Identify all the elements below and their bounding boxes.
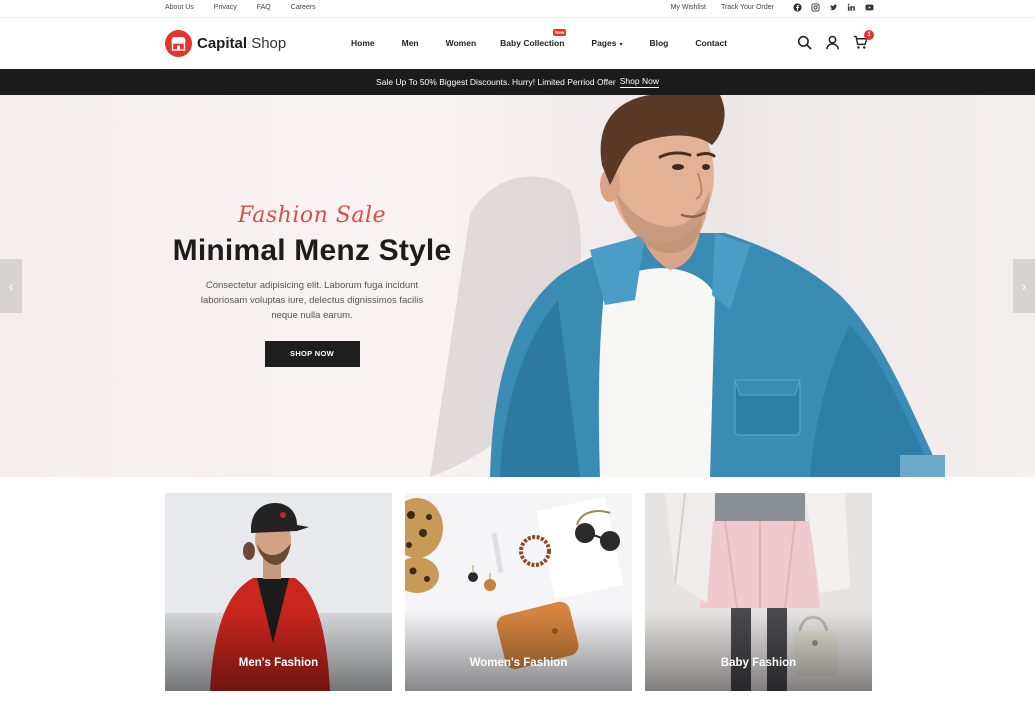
slider-prev-button[interactable]: ‹ [0,259,22,313]
card-overlay [165,611,392,691]
new-badge: New [553,29,567,36]
main-header: Capital Shop Home Men Women Baby Collect… [0,18,1035,69]
cart-icon[interactable]: 1 [853,30,874,50]
logo-light: Shop [251,35,287,52]
wishlist-link[interactable]: My Wishlist [671,4,706,11]
site-logo[interactable]: Capital Shop [165,30,286,57]
card-overlay [405,611,632,691]
search-icon[interactable] [797,35,812,50]
card-overlay [645,611,872,691]
chevron-left-icon: ‹ [8,278,14,294]
about-us-link[interactable]: About Us [165,4,194,11]
category-label: Women's Fashion [469,657,568,669]
category-cards: Men's Fashion Women's Fashion Baby Fashi… [165,493,872,691]
top-utility-bar: About Us Privacy FAQ Careers My Wishlist… [0,0,1035,18]
cart-count-badge: 1 [864,30,874,40]
topbar-right: My Wishlist Track Your Order [671,3,874,12]
category-label: Baby Fashion [720,657,797,669]
nav-men[interactable]: Men [402,38,419,48]
main-nav: Home Men Women Baby Collection New Pages… [351,29,754,48]
category-card-mens-fashion[interactable]: Men's Fashion [165,493,392,691]
promo-text: Sale Up To 50% Biggest Discounts. Hurry!… [376,77,616,87]
twitter-icon[interactable] [829,3,838,12]
promo-bar: Sale Up To 50% Biggest Discounts. Hurry!… [0,69,1035,95]
nav-pages[interactable]: Pages ▾ [591,38,622,48]
social-links [793,3,874,12]
hero-copy: Fashion Sale Minimal Menz Style Consecte… [160,203,464,367]
youtube-icon[interactable] [865,3,874,12]
hero-description: Consectetur adipisicing elit. Laborum fu… [200,280,424,321]
nav-women[interactable]: Women [446,38,477,48]
topbar-links: About Us Privacy FAQ Careers [165,4,316,11]
faq-link[interactable]: FAQ [257,4,271,11]
category-label: Men's Fashion [238,657,319,669]
linkedin-icon[interactable] [847,3,856,12]
hero-title: Minimal Menz Style [172,234,452,267]
logo-bold: Capital [197,35,248,52]
nav-pages-label: Pages [591,38,617,48]
track-order-link[interactable]: Track Your Order [721,4,774,11]
promo-shop-now-link[interactable]: Shop Now [619,76,659,88]
hero-model-image [430,95,945,477]
category-card-womens-fashion[interactable]: Women's Fashion [405,493,632,691]
category-card-baby-fashion[interactable]: Baby Fashion [645,493,872,691]
slider-next-button[interactable]: › [1013,259,1035,313]
nav-home[interactable]: Home [351,38,375,48]
logo-text: Capital Shop [197,35,286,52]
user-icon[interactable] [825,35,840,50]
hero-subtitle: Fashion Sale [237,203,387,228]
nav-blog[interactable]: Blog [649,38,668,48]
careers-link[interactable]: Careers [291,4,316,11]
nav-contact[interactable]: Contact [695,38,727,48]
facebook-icon[interactable] [793,3,802,12]
privacy-link[interactable]: Privacy [214,4,237,11]
nav-baby-collection-label: Baby Collection [500,38,565,48]
header-actions: 1 [797,30,874,50]
hero-slider: Fashion Sale Minimal Menz Style Consecte… [0,95,1035,477]
instagram-icon[interactable] [811,3,820,12]
shop-icon [165,30,192,57]
nav-baby-collection[interactable]: Baby Collection New [500,29,567,48]
chevron-down-icon: ▾ [619,42,623,48]
hero-shop-now-button[interactable]: SHOP NOW [264,341,360,367]
chevron-right-icon: › [1021,278,1027,294]
